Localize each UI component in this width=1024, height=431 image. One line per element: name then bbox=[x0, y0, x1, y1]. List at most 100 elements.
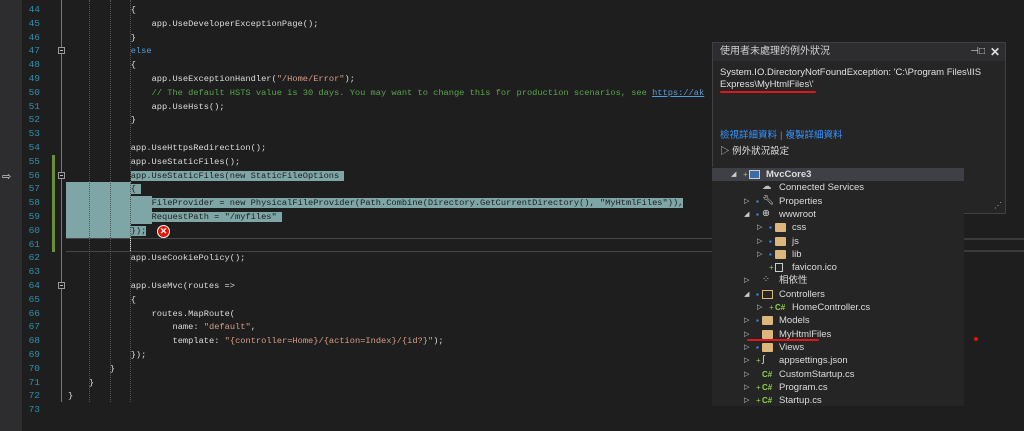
tree-item-label: appsettings.json bbox=[779, 355, 848, 367]
code-line[interactable]: app.UseStaticFiles(new StaticFileOptions bbox=[130, 169, 345, 183]
tree-item[interactable]: ☁ Connected Services bbox=[712, 181, 964, 194]
folder-icon bbox=[762, 341, 774, 354]
code-line[interactable]: app.UseCookiePolicy(); bbox=[131, 251, 246, 265]
code-line[interactable]: app.UseHttpsRedirection(); bbox=[131, 141, 267, 155]
tree-item[interactable]: ▷ ▪ css bbox=[712, 221, 964, 234]
tree-item-label: Program.cs bbox=[779, 381, 828, 393]
code-token: } bbox=[130, 32, 136, 43]
added-badge-icon: + bbox=[756, 382, 761, 392]
code-line[interactable]: }); bbox=[66, 223, 147, 238]
code-line[interactable]: { bbox=[131, 293, 136, 307]
tree-item[interactable]: ▷ + ∫ appsettings.json bbox=[712, 354, 964, 367]
error-icon[interactable]: ✕ bbox=[157, 225, 170, 238]
icon-glyph: C# bbox=[775, 303, 786, 312]
code-link[interactable]: https://ak bbox=[652, 88, 704, 98]
collapsed-arrow-icon[interactable]: ▷ bbox=[744, 314, 752, 327]
code-line[interactable]: { bbox=[131, 58, 136, 72]
exception-settings-toggle[interactable]: ▷ 例外狀況設定 bbox=[720, 143, 789, 157]
tree-item-label: wwwroot bbox=[779, 208, 816, 220]
code-line[interactable]: app.UseHsts(); bbox=[152, 100, 225, 114]
added-badge-icon: + bbox=[769, 303, 774, 312]
collapsed-arrow-icon[interactable]: ▷ bbox=[744, 274, 752, 287]
line-number: 61 bbox=[28, 238, 40, 250]
tree-item[interactable]: ▷ + C# HomeController.cs bbox=[712, 301, 964, 314]
copy-details-link[interactable]: 複製詳細資料 bbox=[785, 130, 842, 141]
code-text: app.UseHsts(); bbox=[152, 102, 225, 112]
code-token: name: bbox=[172, 322, 204, 333]
collapse-icon[interactable] bbox=[58, 282, 65, 289]
tree-item[interactable]: + favicon.ico bbox=[712, 261, 964, 274]
tree-item[interactable]: ▷ + C# Program.cs bbox=[712, 381, 964, 394]
code-token: new bbox=[229, 170, 246, 181]
collapsed-arrow-icon[interactable]: ▷ bbox=[744, 368, 752, 381]
code-line[interactable]: routes.MapRoute( bbox=[152, 307, 235, 321]
tree-item-label: lib bbox=[792, 248, 802, 260]
code-token: { bbox=[130, 294, 136, 305]
code-line[interactable]: RequestPath = "/myfiles" bbox=[66, 210, 282, 224]
tree-item[interactable]: ▷ ▪ js bbox=[712, 235, 964, 248]
tree-item[interactable]: ▷ ▪ lib bbox=[712, 248, 964, 261]
icon-glyph bbox=[762, 329, 773, 339]
code-text: app.UseStaticFiles(new StaticFileOptions bbox=[130, 170, 345, 181]
tree-item[interactable]: ◢ ▪ ⊕ wwwroot bbox=[712, 208, 964, 221]
resize-grip-icon[interactable]: ⋰ bbox=[994, 201, 1002, 210]
expanded-arrow-icon[interactable]: ◢ bbox=[744, 208, 752, 221]
icon-glyph bbox=[762, 289, 773, 299]
collapsed-arrow-icon[interactable]: ▷ bbox=[757, 301, 765, 314]
code-line[interactable]: app.UseMvc(routes => bbox=[131, 279, 235, 293]
line-number: 55 bbox=[28, 155, 40, 167]
left-margin-strip bbox=[0, 0, 22, 431]
popup-header: 使用者未處理的例外狀況 ⊣□ ✕ bbox=[713, 43, 1005, 61]
code-line[interactable]: app.UseExceptionHandler("/Home/Error"); bbox=[152, 72, 355, 86]
tree-item[interactable]: ◢ + MvcCore3 bbox=[712, 168, 964, 181]
code-line[interactable]: } bbox=[131, 31, 136, 45]
code-text: } bbox=[68, 391, 73, 401]
line-number: 65 bbox=[28, 293, 40, 305]
code-line[interactable]: app.UseDeveloperExceptionPage(); bbox=[152, 17, 319, 31]
collapsed-arrow-icon[interactable]: ▷ bbox=[744, 195, 752, 208]
collapsed-arrow-icon[interactable]: ▷ bbox=[757, 235, 765, 248]
collapse-icon[interactable] bbox=[58, 47, 65, 55]
code-line[interactable]: } bbox=[131, 113, 136, 127]
tree-item[interactable]: ▷ ▪ Models bbox=[712, 314, 964, 327]
code-text: // The default HSTS value is 30 days. Yo… bbox=[152, 88, 705, 98]
tree-item[interactable]: ▷ + C# Startup.cs bbox=[712, 394, 964, 407]
tree-item[interactable]: ▷ ▪ 🔧︎ Properties bbox=[712, 195, 964, 208]
tree-item-label: css bbox=[792, 222, 807, 234]
collapsed-arrow-icon[interactable]: ▷ bbox=[744, 394, 752, 407]
tree-item[interactable]: ▷ C# CustomStartup.cs bbox=[712, 368, 964, 381]
code-token: , bbox=[250, 322, 256, 333]
view-details-link[interactable]: 檢視詳細資料 bbox=[720, 130, 777, 141]
pin-icon[interactable]: ⊣□ bbox=[970, 43, 985, 61]
code-line[interactable]: } bbox=[68, 389, 73, 403]
tree-item[interactable]: ◢ ▪ Controllers bbox=[712, 288, 964, 301]
collapsed-arrow-icon[interactable]: ▷ bbox=[757, 248, 765, 261]
collapsed-arrow-icon[interactable]: ▷ bbox=[757, 221, 765, 234]
code-line[interactable]: else bbox=[131, 44, 152, 58]
divider bbox=[964, 250, 1024, 252]
collapsed-arrow-icon[interactable]: ▷ bbox=[744, 354, 752, 367]
selection-margin bbox=[66, 182, 131, 197]
expanded-arrow-icon[interactable]: ◢ bbox=[744, 288, 752, 301]
tree-item[interactable]: ▷ ▪ Views bbox=[712, 341, 964, 354]
code-line[interactable]: // The default HSTS value is 30 days. Yo… bbox=[152, 86, 705, 100]
code-token: app.UseDeveloperExceptionPage(); bbox=[151, 18, 319, 29]
code-line[interactable]: app.UseStaticFiles(); bbox=[131, 155, 240, 169]
code-token: "MyHtmlFiles" bbox=[599, 198, 668, 209]
code-token: }); bbox=[130, 225, 147, 236]
code-line[interactable]: { bbox=[131, 3, 136, 17]
tree-item-label: Controllers bbox=[779, 288, 825, 300]
code-line[interactable]: }); bbox=[131, 348, 147, 362]
collapsed-arrow-icon[interactable]: ▷ bbox=[744, 381, 752, 394]
close-icon[interactable]: ✕ bbox=[990, 43, 1000, 61]
code-line[interactable]: template: "{controller=Home}/{action=Ind… bbox=[173, 334, 444, 348]
code-line[interactable]: name: "default", bbox=[173, 320, 256, 334]
tree-item[interactable]: ▷ ⁘ 相依性 bbox=[712, 274, 964, 287]
collapse-icon[interactable] bbox=[58, 171, 65, 179]
code-line[interactable]: FileProvider = new PhysicalFileProvider(… bbox=[66, 196, 684, 211]
change-indicator bbox=[52, 168, 55, 183]
collapsed-arrow-icon[interactable]: ▷ bbox=[744, 341, 752, 354]
added-badge-icon: + bbox=[743, 170, 748, 179]
expanded-arrow-icon[interactable]: ◢ bbox=[731, 168, 739, 181]
